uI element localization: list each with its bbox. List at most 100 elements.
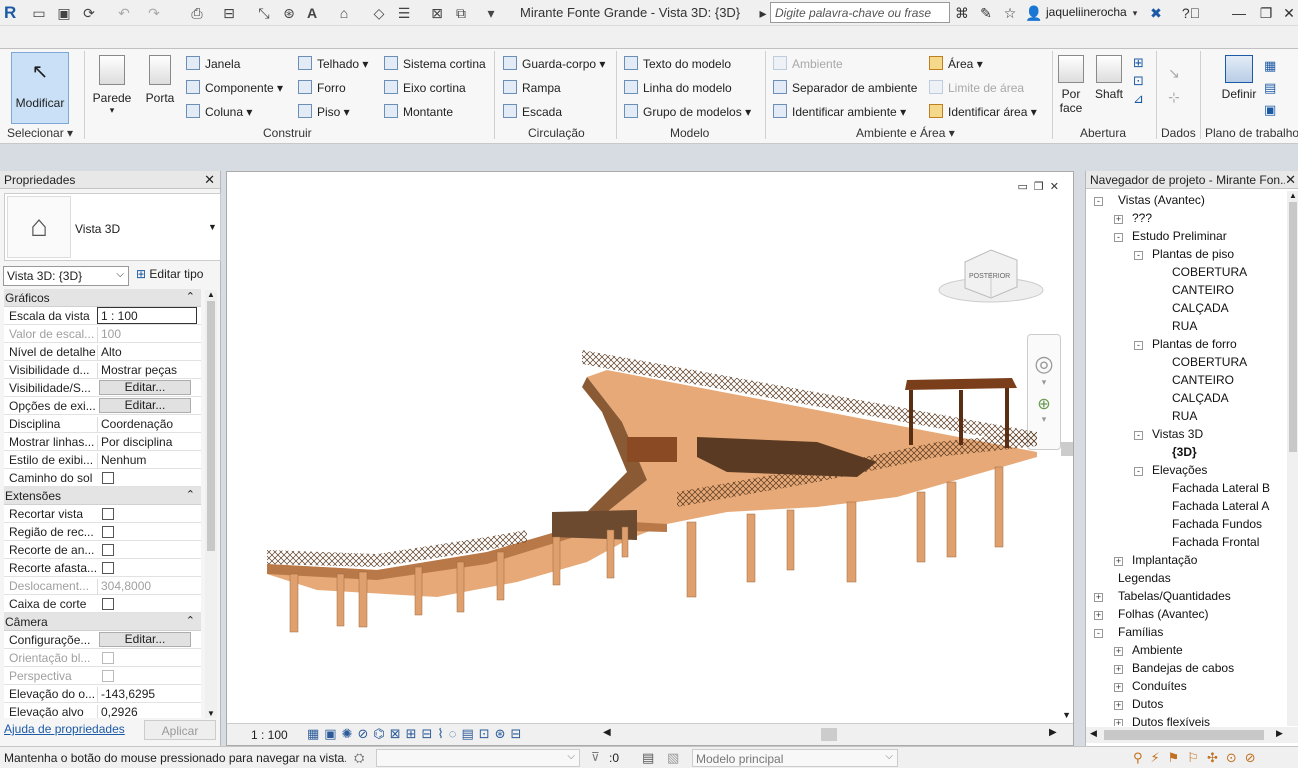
collapse-icon[interactable]: ⌃ bbox=[186, 488, 195, 501]
tag-room-button[interactable]: Identificar ambiente ▾ bbox=[773, 104, 906, 119]
browser-node[interactable]: Vistas (Avantec) bbox=[1118, 193, 1205, 207]
save-icon[interactable]: ▣ bbox=[55, 4, 73, 22]
browser-node[interactable]: CALÇADA bbox=[1172, 391, 1229, 405]
section-icon[interactable]: ◇ bbox=[370, 4, 388, 22]
mullion-button[interactable]: Montante bbox=[384, 104, 453, 119]
search-expand-icon[interactable]: ▸ bbox=[758, 4, 768, 22]
railing-button[interactable]: Guarda-corpo ▾ bbox=[503, 56, 605, 71]
dormer-opening-icon[interactable]: ⊿ bbox=[1133, 91, 1149, 109]
area-boundary-button[interactable]: Limite de área bbox=[929, 80, 1024, 95]
close-icon[interactable]: ✕ bbox=[1280, 4, 1298, 22]
restore-icon[interactable]: ❐ bbox=[1257, 4, 1275, 22]
revit-logo[interactable]: R bbox=[4, 3, 22, 23]
browser-node[interactable]: Fachada Lateral A bbox=[1172, 499, 1269, 513]
user-name[interactable]: jaqueliinerocha bbox=[1046, 5, 1127, 19]
redo-icon[interactable]: ↷ bbox=[145, 4, 163, 22]
browser-node[interactable]: Ambiente bbox=[1132, 643, 1183, 657]
thin-lines-icon[interactable]: ☰ bbox=[395, 4, 413, 22]
text-icon[interactable]: A bbox=[303, 4, 321, 22]
property-checkbox[interactable] bbox=[102, 544, 114, 556]
dimension-icon[interactable]: ⤡ bbox=[255, 4, 273, 22]
stair-button[interactable]: Escada bbox=[503, 104, 562, 119]
worksharing-icon[interactable]: ⛭ bbox=[354, 750, 364, 766]
vertical-scroll-thumb[interactable] bbox=[1061, 442, 1073, 456]
browser-node[interactable]: Elevações bbox=[1152, 463, 1207, 477]
curtain-system-button[interactable]: Sistema cortina bbox=[384, 56, 486, 71]
browser-node[interactable]: Implantação bbox=[1132, 553, 1197, 567]
scroll-up-icon[interactable]: ▲ bbox=[1287, 191, 1298, 200]
browser-node[interactable]: RUA bbox=[1172, 409, 1197, 423]
selection-filter-icon[interactable]: ⊽ bbox=[591, 750, 600, 764]
tag-icon[interactable]: ⊛ bbox=[280, 4, 298, 22]
ref-plane-icon[interactable]: ▤ bbox=[1264, 77, 1280, 99]
expand-node-icon[interactable]: + bbox=[1114, 647, 1123, 656]
expand-node-icon[interactable]: + bbox=[1094, 611, 1103, 620]
collapse-node-icon[interactable]: - bbox=[1114, 233, 1123, 242]
close-view-icon[interactable]: ✕ bbox=[1050, 181, 1065, 193]
scroll-down-icon[interactable]: ▼ bbox=[205, 709, 217, 718]
model-drawing[interactable] bbox=[257, 342, 1047, 642]
roof-button[interactable]: Telhado ▾ bbox=[298, 56, 368, 71]
browser-node[interactable]: CANTEIRO bbox=[1172, 373, 1234, 387]
browser-node[interactable]: Dutos flexíveis bbox=[1132, 715, 1210, 726]
browser-hscroll[interactable]: ◀ ▶ bbox=[1086, 727, 1298, 743]
horizontal-scroll-thumb[interactable] bbox=[821, 728, 837, 741]
property-value[interactable]: Nenhum bbox=[97, 453, 197, 469]
expand-node-icon[interactable]: + bbox=[1114, 683, 1123, 692]
room-separator-button[interactable]: Separador de ambiente bbox=[773, 80, 917, 95]
minimize-view-icon[interactable]: ▭ bbox=[1018, 181, 1034, 193]
collapse-icon[interactable]: ⌃ bbox=[186, 290, 195, 303]
collapse-node-icon[interactable]: - bbox=[1134, 251, 1143, 260]
grid-icon[interactable]: ⊹ bbox=[1168, 89, 1180, 106]
close-icon[interactable]: ✕ bbox=[204, 172, 215, 188]
sync-icon[interactable]: ⟳ bbox=[80, 4, 98, 22]
column-button[interactable]: Coluna ▾ bbox=[186, 104, 252, 119]
apply-button[interactable]: Aplicar bbox=[144, 720, 216, 740]
chevron-down-icon[interactable]: ▼ bbox=[208, 222, 217, 232]
workplane-small-buttons[interactable]: ▦ ▤ ▣ bbox=[1264, 55, 1280, 121]
view-scale[interactable]: 1 : 100 bbox=[251, 728, 288, 742]
favorites-star-icon[interactable]: ☆ bbox=[1001, 4, 1019, 22]
collapse-node-icon[interactable]: - bbox=[1094, 629, 1103, 638]
property-checkbox[interactable] bbox=[102, 562, 114, 574]
properties-help-link[interactable]: Ajuda de propriedades bbox=[4, 722, 125, 736]
by-face-button[interactable]: Por face bbox=[1056, 55, 1086, 115]
property-checkbox[interactable] bbox=[102, 652, 114, 664]
close-icon[interactable]: ✕ bbox=[1285, 172, 1296, 188]
browser-node[interactable]: COBERTURA bbox=[1172, 355, 1247, 369]
open-icon[interactable]: ▭ bbox=[30, 4, 48, 22]
browser-node[interactable]: Bandejas de cabos bbox=[1132, 661, 1234, 675]
3d-view-icon[interactable]: ⌂ bbox=[335, 4, 353, 22]
edit-button[interactable]: Editar... bbox=[99, 398, 191, 413]
component-button[interactable]: Componente ▾ bbox=[186, 80, 283, 95]
room-button[interactable]: Ambiente bbox=[773, 56, 843, 71]
property-checkbox[interactable] bbox=[102, 526, 114, 538]
help-icon[interactable]: ?⃝ bbox=[1180, 4, 1202, 22]
property-value[interactable]: 304,8000 bbox=[97, 579, 197, 595]
view-control-icons[interactable]: ▦▣✺⊘⌬⊠⊞⊟⌇◌▤⊡⊛⊟ bbox=[307, 726, 526, 742]
viewer-icon[interactable]: ▣ bbox=[1264, 99, 1280, 121]
expand-node-icon[interactable]: + bbox=[1094, 593, 1103, 602]
property-checkbox[interactable] bbox=[102, 508, 114, 520]
view-cube[interactable]: POSTERIOR bbox=[935, 242, 1047, 312]
browser-node[interactable]: Famílias bbox=[1118, 625, 1163, 639]
minimize-icon[interactable]: — bbox=[1230, 4, 1248, 22]
floor-button[interactable]: Piso ▾ bbox=[298, 104, 350, 119]
property-section[interactable]: Câmera ⌃ bbox=[4, 613, 201, 631]
switch-windows-icon[interactable]: ⧉ bbox=[452, 4, 470, 22]
tag-area-button[interactable]: Identificar área ▾ bbox=[929, 104, 1037, 119]
browser-node[interactable]: COBERTURA bbox=[1172, 265, 1247, 279]
curtain-grid-button[interactable]: Eixo cortina bbox=[384, 80, 466, 95]
design-options-icon[interactable]: ▧ bbox=[667, 750, 679, 766]
collapse-node-icon[interactable]: - bbox=[1134, 467, 1143, 476]
expand-node-icon[interactable]: + bbox=[1114, 665, 1123, 674]
close-hidden-icon[interactable]: ⊠ bbox=[428, 4, 446, 22]
room-area-panel-label[interactable]: Ambiente e Área ▾ bbox=[856, 126, 955, 140]
browser-node[interactable]: Fachada Lateral B bbox=[1172, 481, 1270, 495]
collapse-icon[interactable]: ⌃ bbox=[186, 614, 195, 627]
browser-node[interactable]: Dutos bbox=[1132, 697, 1163, 711]
property-value[interactable]: Alto bbox=[97, 345, 197, 361]
workset-select[interactable]: ⌵ bbox=[376, 749, 580, 767]
property-value[interactable]: Coordenação bbox=[97, 417, 197, 433]
collapse-node-icon[interactable]: - bbox=[1134, 341, 1143, 350]
